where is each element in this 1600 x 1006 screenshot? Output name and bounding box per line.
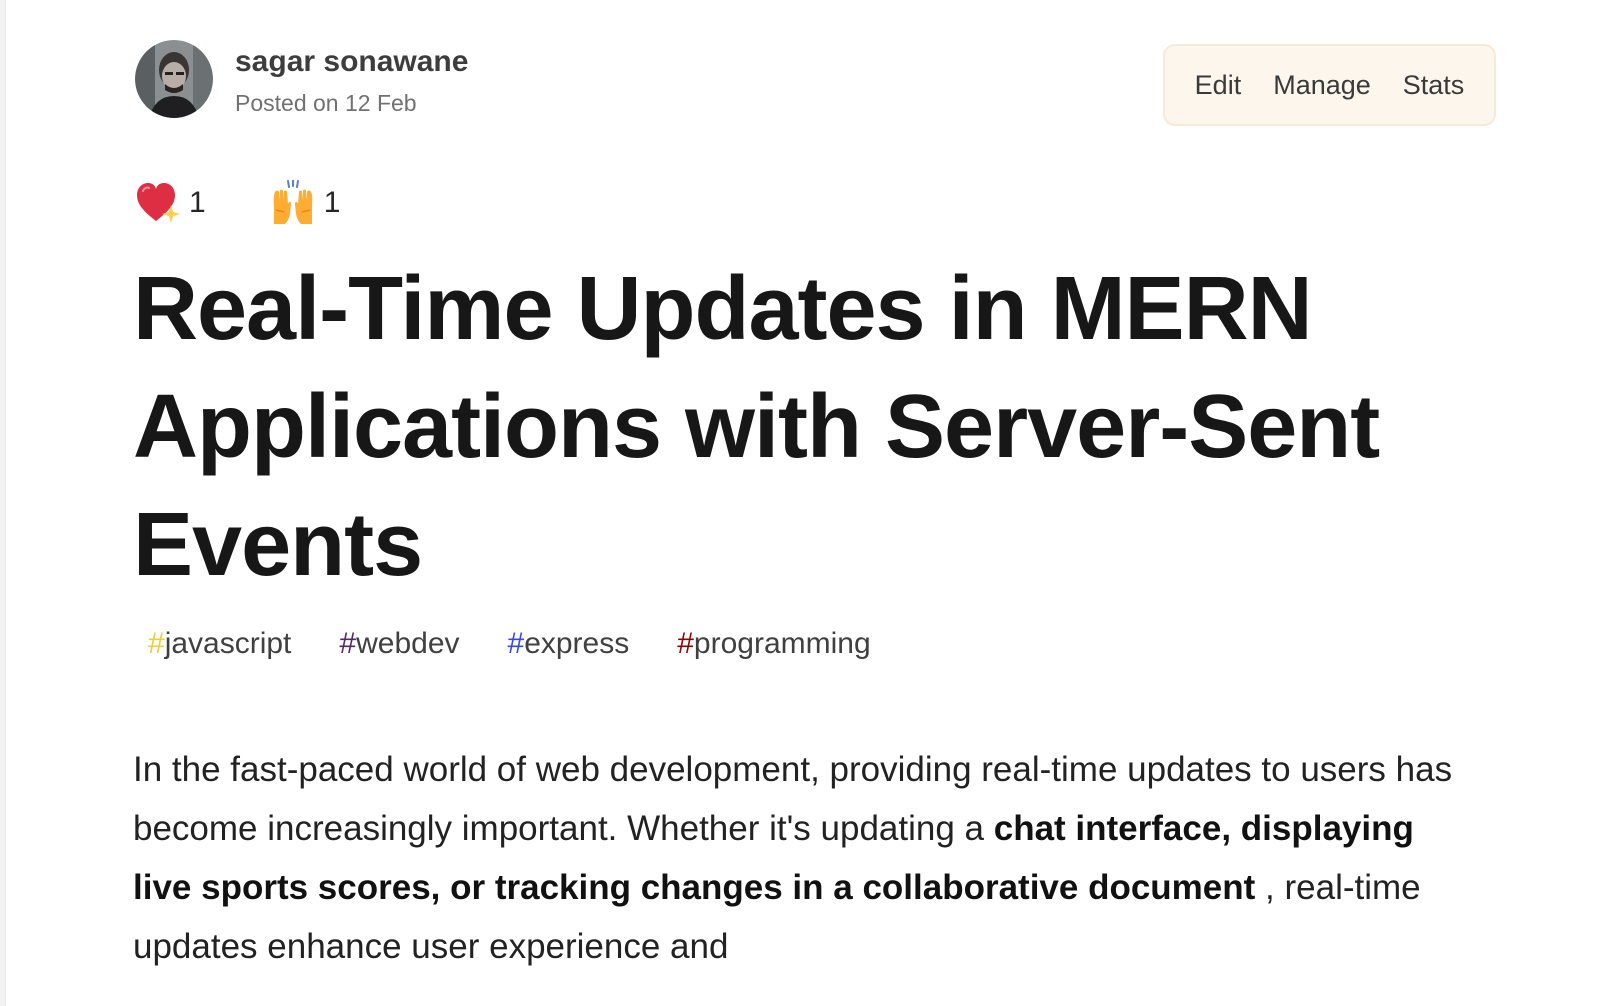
- avatar-photo: [135, 40, 213, 118]
- tag-webdev[interactable]: #webdev: [331, 622, 467, 666]
- raised-hands-icon: [270, 180, 316, 226]
- reaction-sparkle-heart[interactable]: 1: [135, 181, 206, 225]
- avatar[interactable]: [135, 40, 213, 118]
- article-title: Real-Time Updates in MERN Applications w…: [133, 259, 1380, 595]
- stats-button[interactable]: Stats: [1387, 64, 1481, 107]
- tag-label: programming: [693, 627, 871, 660]
- edit-button[interactable]: Edit: [1179, 64, 1258, 107]
- tag-label: express: [524, 627, 630, 660]
- sparkle-heart-icon: [135, 181, 181, 225]
- tag-programming[interactable]: #programming: [669, 622, 878, 666]
- tag-javascript[interactable]: #javascript: [140, 622, 299, 666]
- tag-hash: #: [339, 627, 357, 660]
- author-header: sagar sonawane Posted on 12 Feb: [135, 40, 468, 118]
- reaction-raised-hands[interactable]: 1: [270, 180, 341, 226]
- reaction-count: 1: [323, 186, 341, 219]
- tag-hash: #: [677, 627, 694, 660]
- author-actions: Edit Manage Stats: [1163, 44, 1496, 126]
- reaction-count: 1: [189, 186, 206, 219]
- article: sagar sonawane Posted on 12 Feb Edit Man…: [0, 0, 1600, 1006]
- posted-date: Posted on 12 Feb: [235, 90, 417, 116]
- author-meta: sagar sonawane Posted on 12 Feb: [235, 40, 468, 118]
- tag-label: javascript: [164, 627, 292, 660]
- reactions-bar: 1 1: [135, 180, 404, 226]
- article-body-paragraph: In the fast-paced world of web developme…: [133, 740, 1453, 976]
- tag-express[interactable]: #express: [500, 622, 638, 666]
- tag-hash: #: [148, 627, 165, 660]
- tag-label: webdev: [356, 627, 460, 660]
- author-name[interactable]: sagar sonawane: [235, 44, 468, 80]
- tag-hash: #: [507, 627, 525, 660]
- tag-list: #javascript #webdev #express #programmin…: [140, 622, 911, 666]
- manage-button[interactable]: Manage: [1257, 64, 1387, 107]
